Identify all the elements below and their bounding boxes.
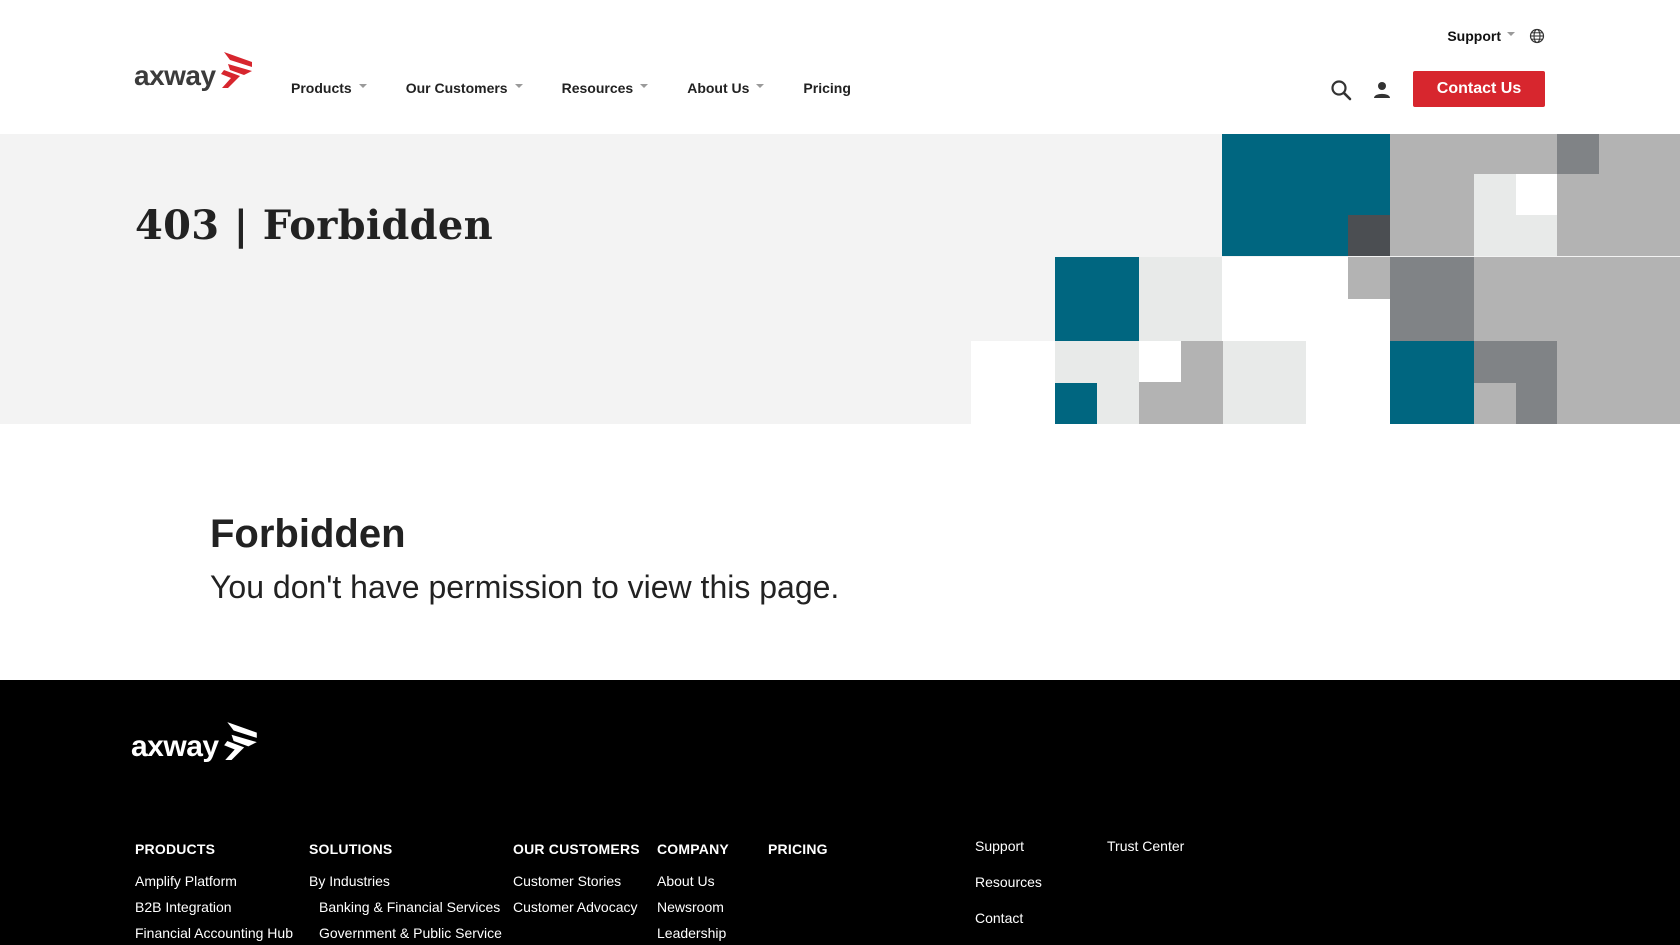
chevron-down-icon	[358, 84, 367, 88]
user-icon[interactable]	[1372, 80, 1392, 100]
main-nav: Products Our Customers Resources About U…	[291, 80, 851, 96]
footer-link[interactable]: Banking & Financial Services	[309, 899, 502, 915]
footer-logo[interactable]: axway	[131, 722, 261, 764]
footer-link[interactable]: Customer Stories	[513, 873, 640, 889]
footer-logo-wordmark: axway	[131, 730, 219, 763]
nav-item-pricing[interactable]: Pricing	[803, 80, 850, 96]
chevron-down-icon	[756, 84, 765, 88]
footer-link[interactable]: Customer Advocacy	[513, 899, 640, 915]
footer-logo-chevron-icon	[223, 722, 257, 760]
globe-icon[interactable]	[1529, 28, 1545, 44]
nav-label: About Us	[687, 80, 750, 96]
nav-item-our-customers[interactable]: Our Customers	[406, 80, 523, 96]
logo-wordmark: axway	[134, 60, 216, 91]
footer-link[interactable]: Amplify Platform	[135, 873, 293, 889]
footer-link[interactable]: Financial Accounting Hub	[135, 925, 293, 941]
hero-banner: 403 | Forbidden	[0, 134, 1680, 424]
footer-link[interactable]: B2B Integration	[135, 899, 293, 915]
nav-label: Products	[291, 80, 352, 96]
utility-bar: Support	[1447, 28, 1545, 44]
footer-heading[interactable]: PRODUCTS	[135, 841, 293, 857]
footer-secondary-links: Support Resources Contact	[975, 838, 1042, 945]
site-footer: axway PRODUCTS Amplify Platform B2B Inte…	[0, 680, 1680, 945]
page-title: 403 | Forbidden	[135, 202, 493, 249]
logo-chevron-icon	[220, 52, 252, 88]
nav-label: Our Customers	[405, 80, 508, 96]
nav-label: Resources	[561, 80, 634, 96]
footer-column-our-customers: OUR CUSTOMERS Customer Stories Customer …	[513, 841, 640, 925]
footer-link-trust-center[interactable]: Trust Center	[1107, 838, 1184, 854]
support-menu[interactable]: Support	[1447, 28, 1515, 44]
nav-item-about-us[interactable]: About Us	[687, 80, 765, 96]
contact-us-button[interactable]: Contact Us	[1413, 71, 1545, 107]
axway-logo[interactable]: axway	[134, 52, 256, 92]
footer-link[interactable]: By Industries	[309, 873, 502, 889]
footer-link-support[interactable]: Support	[975, 838, 1042, 854]
footer-secondary-links-b: Trust Center	[1107, 838, 1184, 874]
footer-link[interactable]: About Us	[657, 873, 729, 889]
footer-column-company: COMPANY About Us Newsroom Leadership	[657, 841, 729, 945]
footer-column-solutions: SOLUTIONS By Industries Banking & Financ…	[309, 841, 502, 945]
footer-heading[interactable]: PRICING	[768, 841, 828, 857]
error-message: You don't have permission to view this p…	[210, 569, 840, 605]
footer-heading[interactable]: OUR CUSTOMERS	[513, 841, 640, 857]
nav-item-products[interactable]: Products	[291, 80, 367, 96]
footer-link[interactable]: Leadership	[657, 925, 729, 941]
footer-heading[interactable]: SOLUTIONS	[309, 841, 502, 857]
nav-item-resources[interactable]: Resources	[562, 80, 649, 96]
nav-label: Pricing	[803, 80, 851, 96]
footer-link-resources[interactable]: Resources	[975, 874, 1042, 890]
footer-link[interactable]: Government & Public Service	[309, 925, 502, 941]
footer-heading[interactable]: COMPANY	[657, 841, 729, 857]
chevron-down-icon	[514, 84, 523, 88]
hero-mosaic-graphic	[971, 134, 1680, 424]
chevron-down-icon	[640, 84, 649, 88]
site-header: Support axway Products Our Customers Res…	[0, 0, 1680, 134]
footer-link-contact[interactable]: Contact	[975, 910, 1042, 926]
footer-column-products: PRODUCTS Amplify Platform B2B Integratio…	[135, 841, 293, 945]
error-title: Forbidden	[210, 512, 406, 556]
chevron-down-icon	[1507, 32, 1515, 36]
search-icon[interactable]	[1330, 79, 1352, 101]
footer-column-pricing: PRICING	[768, 841, 828, 873]
footer-link[interactable]: Newsroom	[657, 899, 729, 915]
support-label: Support	[1447, 28, 1501, 44]
